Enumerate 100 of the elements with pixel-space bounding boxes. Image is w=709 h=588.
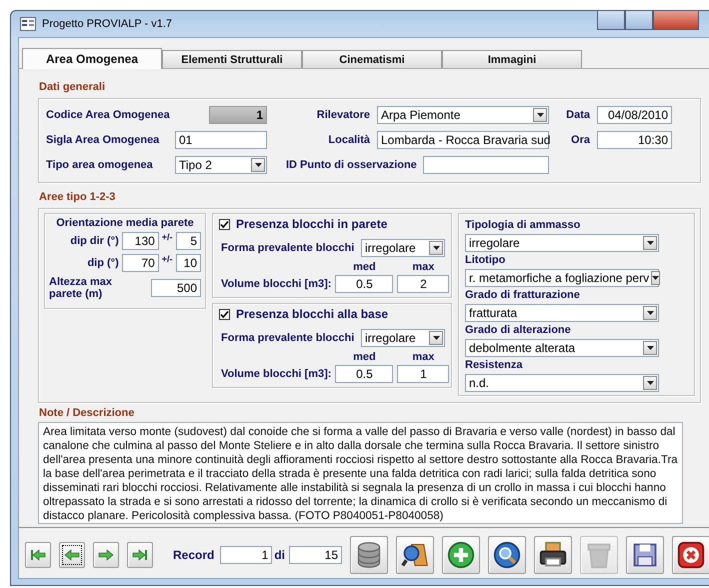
dropdown-button[interactable] bbox=[429, 241, 443, 255]
app-icon bbox=[20, 17, 36, 31]
input-field[interactable]: 70 bbox=[122, 254, 159, 272]
notes-field[interactable]: Area limitata verso monte (sudovest) dal conoide che si forma a valle del passo di Bravaria e verso valle (nordest) in basso dal canalone che culmina al passo del Monte Steliere e in alto dalla dorsale che termina sulla Rocca Bravaria. Il settore sinistro dell'area presenta una minore continuità degli affioramenti rocciosi rispetto al settore destro sottostante alla Rocca Bravaria.Tra la base dell'area perimetrata e il tracciato della strada è presente una falda detritica con radi larici; sulla falda detritica sono disseminati rari blocchi rocciosi. Relativamente alle instabilità si segnala la presenza di un crollo in massa i cui blocchi hanno oltrepassato la strada e si sono arrestati a ridosso del torrente; la dinamica di crollo si è verificata secondo un meccanismo di distacco planare. Pericolosità complessiva bassa. (FOTO P8040051-P8040058) bbox=[38, 422, 683, 524]
close-button[interactable] bbox=[672, 536, 709, 574]
dropdown[interactable]: fratturata bbox=[465, 304, 659, 322]
input-field[interactable]: 15 bbox=[289, 546, 342, 564]
maximize-button[interactable] bbox=[625, 11, 653, 30]
field-label: Record bbox=[173, 548, 214, 562]
input-field[interactable]: 5 bbox=[176, 232, 201, 250]
field-label: di bbox=[274, 548, 286, 562]
caret-icon bbox=[254, 163, 262, 167]
field-label: Grado di fratturazione bbox=[465, 289, 580, 301]
input-field[interactable]: 500 bbox=[151, 279, 201, 297]
section-heading: Note / Descrizione bbox=[39, 407, 134, 419]
tab[interactable]: Elementi Strutturali bbox=[162, 50, 302, 68]
dropdown-button[interactable] bbox=[643, 236, 657, 250]
input-field[interactable]: 01 bbox=[175, 131, 267, 149]
field-label: Rilevatore bbox=[316, 109, 371, 121]
globe-icon bbox=[493, 541, 522, 569]
input-field[interactable]: 130 bbox=[122, 232, 159, 250]
input-field[interactable]: 1 bbox=[220, 546, 272, 564]
dropdown-button[interactable] bbox=[643, 341, 657, 355]
field-label: med bbox=[353, 351, 376, 363]
field-label: Tipologia di ammasso bbox=[465, 219, 580, 231]
field-label: med bbox=[353, 261, 376, 273]
database-button[interactable] bbox=[350, 536, 388, 574]
field-label: Orientazione media parete bbox=[56, 217, 194, 229]
input-field[interactable]: 10 bbox=[176, 254, 201, 272]
printer-icon bbox=[539, 541, 568, 569]
dropdown[interactable]: irregolare bbox=[465, 234, 659, 252]
checkbox[interactable] bbox=[219, 218, 230, 230]
field-label: Codice Area Omogenea bbox=[46, 109, 171, 121]
input-field[interactable]: 0.5 bbox=[335, 275, 394, 293]
field-label: Sigla Area Omogenea bbox=[46, 134, 160, 146]
field-label: Forma prevalente blocchi bbox=[221, 242, 354, 254]
tab[interactable]: Cinematismi bbox=[302, 50, 442, 68]
field-label: ID Punto di osservazione bbox=[286, 159, 417, 171]
print-button[interactable] bbox=[534, 536, 572, 574]
add-button[interactable] bbox=[442, 536, 480, 574]
dropdown-button[interactable] bbox=[251, 158, 265, 172]
nav-button[interactable] bbox=[59, 542, 85, 568]
minimize-button[interactable] bbox=[597, 11, 625, 30]
dropdown[interactable]: irregolare bbox=[361, 239, 445, 257]
dropdown[interactable]: irregolare bbox=[361, 329, 445, 347]
save-button[interactable] bbox=[626, 536, 664, 574]
globe-button[interactable] bbox=[488, 536, 526, 574]
field-label: +/- bbox=[162, 232, 173, 242]
dropdown-button[interactable] bbox=[643, 306, 657, 320]
window-title: Progetto PROVIALP - v1.7 bbox=[42, 18, 172, 30]
caret-icon bbox=[432, 336, 440, 340]
caret-icon bbox=[432, 246, 440, 250]
dropdown[interactable]: debolmente alterata bbox=[465, 339, 659, 357]
right-arrow-icon bbox=[98, 547, 114, 563]
save-icon bbox=[631, 541, 660, 569]
dropdown[interactable]: r. metamorfiche a fogliazione perv bbox=[465, 269, 659, 287]
input-field[interactable]: Lombarda - Rocca Bravaria sud bbox=[377, 131, 549, 149]
caret-icon bbox=[646, 346, 654, 350]
field-label: dip dir (°) bbox=[69, 235, 119, 247]
field-label: Forma prevalente blocchi bbox=[221, 332, 354, 344]
field-label: Resistenza bbox=[465, 359, 522, 371]
section-heading: Dati generali bbox=[39, 81, 106, 93]
caret-icon bbox=[536, 113, 544, 117]
dropdown[interactable]: n.d. bbox=[465, 374, 659, 392]
checkbox[interactable] bbox=[219, 308, 230, 320]
search-button[interactable] bbox=[396, 536, 434, 574]
dropdown-button[interactable] bbox=[429, 331, 443, 345]
field-label: Data bbox=[566, 109, 591, 121]
dropdown-button[interactable] bbox=[651, 271, 660, 285]
field-label: Ora bbox=[571, 134, 591, 146]
checkbox-label: Presenza blocchi in parete bbox=[236, 217, 388, 231]
first-arrow-icon bbox=[30, 547, 46, 563]
left-arrow-icon bbox=[64, 547, 80, 563]
input-field[interactable]: 1 bbox=[397, 365, 450, 383]
field-label: dip (°) bbox=[86, 257, 119, 269]
field-label: Località bbox=[328, 134, 371, 146]
readonly-field[interactable]: 1 bbox=[209, 106, 267, 124]
input-field[interactable]: 2 bbox=[397, 275, 450, 293]
add-icon bbox=[447, 541, 476, 569]
search-icon bbox=[401, 541, 430, 569]
dropdown[interactable]: Tipo 2 bbox=[175, 156, 267, 174]
caret-icon bbox=[646, 241, 654, 245]
section-heading: Aree tipo 1-2-3 bbox=[39, 191, 116, 203]
field-label: Volume blocchi [m3]: bbox=[221, 278, 332, 290]
caret-icon bbox=[646, 311, 654, 315]
checkbox-label: Presenza blocchi alla base bbox=[236, 307, 388, 321]
field-label: Grado di alterazione bbox=[465, 324, 571, 336]
field-label: Tipo area omogenea bbox=[46, 159, 154, 171]
dropdown-button[interactable] bbox=[643, 376, 657, 390]
input-field[interactable]: 10:30 bbox=[597, 131, 672, 149]
field-label: Altezza max parete (m) bbox=[49, 276, 113, 300]
tab[interactable]: Immagini bbox=[442, 50, 582, 68]
caret-icon bbox=[646, 381, 654, 385]
dropdown-button[interactable] bbox=[533, 108, 547, 122]
input-field[interactable] bbox=[422, 156, 549, 174]
dropdown[interactable]: Arpa Piemonte bbox=[377, 106, 549, 124]
input-field[interactable]: 04/08/2010 bbox=[597, 106, 672, 124]
input-field[interactable]: 0.5 bbox=[335, 365, 394, 383]
tab[interactable]: Area Omogenea bbox=[22, 48, 162, 69]
close-icon bbox=[677, 541, 706, 569]
